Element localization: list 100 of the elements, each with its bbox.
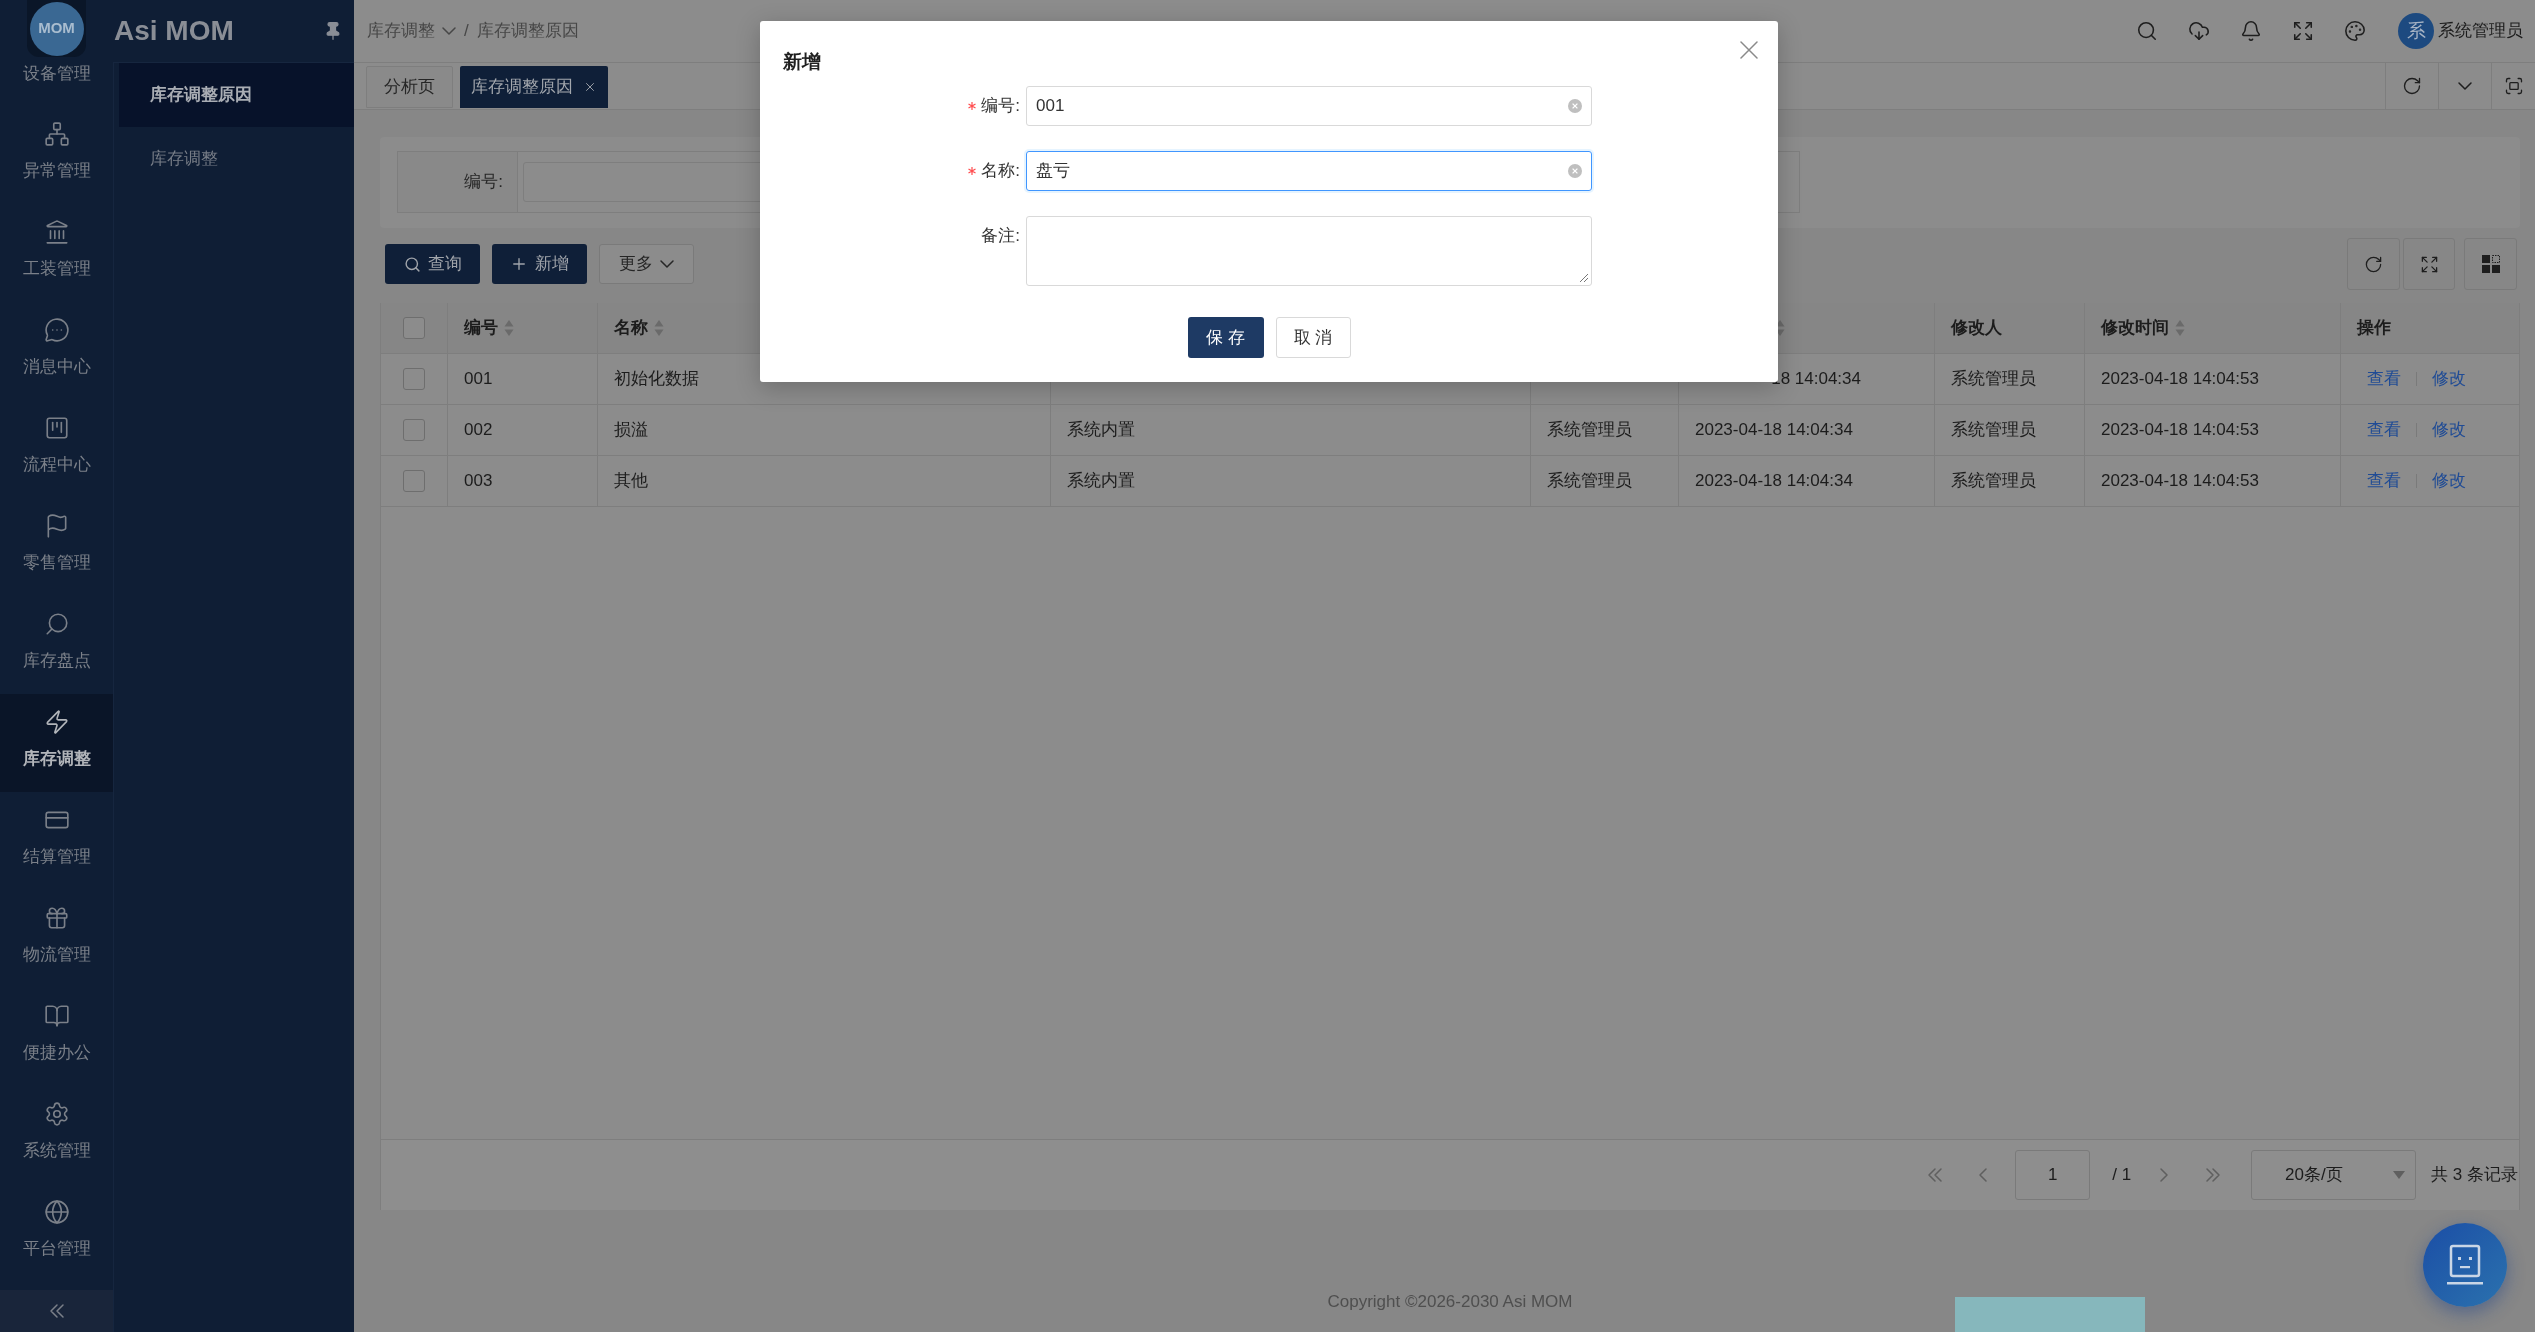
action-link[interactable]: 修改: [2432, 417, 2466, 443]
chat-bubble-icon: [43, 317, 70, 343]
textarea-field[interactable]: [1026, 216, 1592, 286]
nav-item[interactable]: 系统管理: [0, 1086, 113, 1184]
resize-grip-icon[interactable]: [1579, 273, 1589, 283]
more-button[interactable]: 更多: [599, 244, 694, 284]
nav-item[interactable]: 流程中心: [0, 400, 113, 498]
nav-item[interactable]: 结算管理: [0, 792, 113, 890]
table-cell: 系统管理员: [1935, 354, 2085, 405]
page-input[interactable]: 1: [2015, 1150, 2091, 1200]
column-header[interactable]: 编号: [464, 315, 514, 341]
breadcrumb-current: 库存调整原因: [476, 20, 579, 43]
logo: MOM: [27, 0, 86, 57]
nav-item[interactable]: 异常管理: [0, 106, 113, 204]
column-header[interactable]: 修改时间: [2101, 315, 2185, 341]
close-button[interactable]: [1738, 39, 1760, 61]
table-cell: 系统内置: [1051, 456, 1531, 507]
close-icon[interactable]: [583, 80, 597, 94]
nav-item[interactable]: 工装管理: [0, 204, 113, 302]
checkbox[interactable]: [403, 368, 425, 390]
field-label: 编号:: [981, 95, 1020, 118]
grid-icon: [2481, 255, 2500, 273]
record-total: 共 3 条记录: [2431, 1164, 2518, 1187]
double-chevron-left-icon: [49, 1304, 64, 1318]
table-cell: 2023-04-18 14:04:53: [2085, 405, 2341, 456]
double-chevron-right-icon: [2206, 1168, 2221, 1182]
bank-icon: [43, 219, 70, 245]
checkbox[interactable]: [403, 317, 425, 339]
action-link[interactable]: 查看: [2367, 468, 2401, 494]
dropdown-triangle-icon: [2393, 1171, 2406, 1179]
book-icon: [43, 1003, 70, 1029]
close-icon: [1740, 41, 1758, 59]
nav-item[interactable]: 设备管理: [0, 57, 113, 106]
table-cell: 系统内置: [1051, 405, 1531, 456]
table-cell: 系统管理员: [1531, 456, 1679, 507]
expand-icon: [2419, 254, 2439, 274]
field-label: 名称:: [981, 160, 1020, 183]
table-cell: 2023-04-18 14:04:53: [2085, 456, 2341, 507]
columns-button[interactable]: [2464, 238, 2517, 290]
action-link[interactable]: 修改: [2432, 366, 2466, 392]
add-button[interactable]: 新增: [492, 244, 587, 284]
column-header[interactable]: 名称: [614, 315, 664, 341]
caret-icon: [660, 260, 674, 268]
page-count: / 1: [2112, 1164, 2132, 1187]
clear-icon[interactable]: [1568, 99, 1582, 113]
column-header: 操作: [2357, 317, 2391, 340]
globe-icon: [43, 1199, 70, 1225]
nav-item[interactable]: 零售管理: [0, 498, 113, 596]
nav-item[interactable]: 平台管理: [0, 1184, 113, 1282]
tab[interactable]: 分析页: [366, 66, 453, 108]
breadcrumb-link[interactable]: 库存调整: [367, 18, 456, 44]
table-cell: 其他: [598, 456, 1051, 507]
brand-name: Asi MOM: [114, 14, 234, 48]
column-header: 修改人: [1951, 317, 2002, 340]
magnifier-icon: [43, 611, 70, 637]
refresh-icon: [2402, 76, 2422, 96]
query-button[interactable]: 查询: [385, 244, 480, 284]
cancel-button[interactable]: 取 消: [1275, 317, 1351, 358]
table-cell: 系统管理员: [1531, 405, 1679, 456]
table-cell: 2023-04-18 14:04:34: [1679, 405, 1935, 456]
avatar[interactable]: 系: [2398, 13, 2434, 49]
cloud-download-icon: [2188, 20, 2210, 42]
hierarchy-icon: [43, 121, 70, 147]
nav-item[interactable]: 消息中心: [0, 302, 113, 400]
nav-item[interactable]: 物流管理: [0, 890, 113, 988]
table-cell: 损溢: [598, 405, 1051, 456]
nav-item[interactable]: 库存调整: [0, 694, 113, 792]
settings-icon: [43, 1101, 70, 1127]
search-icon: [2136, 20, 2158, 42]
checkbox[interactable]: [403, 419, 425, 441]
refresh-button[interactable]: [2347, 238, 2400, 290]
user-name[interactable]: 系统管理员: [2438, 18, 2523, 44]
nav-item[interactable]: 库存盘点: [0, 596, 113, 694]
bell-icon: [2240, 20, 2262, 42]
action-link[interactable]: 修改: [2432, 468, 2466, 494]
collapse-button[interactable]: [0, 1290, 113, 1332]
table-cell: 2023-04-18 14:04:34: [1679, 456, 1935, 507]
submenu-item[interactable]: 库存调整: [119, 127, 354, 191]
nav-item[interactable]: 便捷办公: [0, 988, 113, 1086]
action-link[interactable]: 查看: [2367, 417, 2401, 443]
table-cell: 003: [448, 456, 598, 507]
table-cell: 系统管理员: [1935, 405, 2085, 456]
save-button[interactable]: 保 存: [1187, 317, 1264, 358]
chevron-left-icon: [1979, 1168, 1988, 1182]
text-input[interactable]: 001: [1026, 86, 1592, 126]
page-size-select[interactable]: 20条/页: [2251, 1150, 2417, 1200]
fullscreen-icon: [2503, 76, 2524, 96]
text-input[interactable]: 盘亏: [1026, 151, 1592, 191]
tab[interactable]: 库存调整原因: [460, 66, 608, 108]
robot-icon: [2445, 1244, 2485, 1286]
table-cell: 001: [448, 354, 598, 405]
checkbox[interactable]: [403, 470, 425, 492]
board-icon: [43, 415, 70, 441]
action-link[interactable]: 查看: [2367, 366, 2401, 392]
chevron-down-icon: [2458, 82, 2472, 90]
breadcrumb-separator: /: [464, 20, 469, 43]
plus-icon: [510, 255, 528, 273]
clear-icon[interactable]: [1568, 164, 1582, 178]
submenu-item[interactable]: 库存调整原因: [119, 63, 354, 127]
assistant-button[interactable]: [2423, 1223, 2507, 1307]
